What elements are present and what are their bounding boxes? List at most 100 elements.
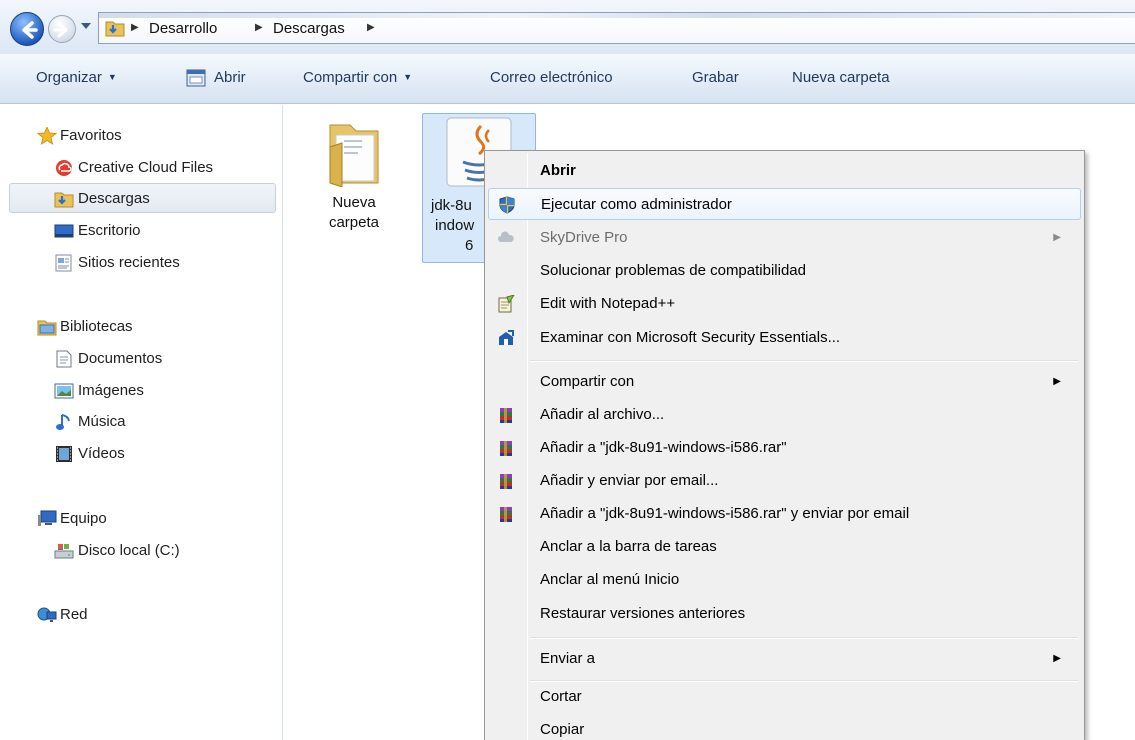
- menu-item-label: Enviar a: [540, 650, 596, 667]
- network-icon: [37, 607, 57, 622]
- winrar-icon: [500, 441, 512, 456]
- sidebar-item-creative-cloud[interactable]: Creative Cloud Files: [0, 153, 276, 183]
- file-name-line: jdk-8u: [431, 197, 472, 214]
- menu-item-label: Edit with Notepad++: [540, 295, 676, 312]
- sidebar-item-label: Vídeos: [78, 445, 125, 462]
- sidebar-item-label: Descargas: [78, 190, 150, 207]
- menu-item-copiar[interactable]: Copiar: [488, 707, 1081, 739]
- documents-icon: [56, 350, 72, 368]
- chevron-right-icon[interactable]: ▶: [131, 22, 139, 33]
- menu-item-compartir-con[interactable]: Compartir con ▶: [488, 366, 1081, 398]
- menu-item-anclar-barra-tareas[interactable]: Anclar a la barra de tareas: [488, 531, 1081, 563]
- sidebar-item-label: Favoritos: [60, 127, 122, 144]
- menu-item-label: Solucionar problemas de compatibilidad: [540, 262, 806, 279]
- menu-item-label: Copiar: [540, 721, 585, 738]
- open-icon: [186, 69, 206, 87]
- file-item-nueva-carpeta[interactable]: Nueva carpeta: [322, 117, 386, 257]
- menu-item-restaurar-versiones[interactable]: Restaurar versiones anteriores: [488, 598, 1081, 630]
- sidebar-item-label: Documentos: [78, 350, 163, 367]
- menu-item-abrir[interactable]: Abrir: [488, 155, 1081, 187]
- winrar-icon: [500, 507, 512, 522]
- menu-item-edit-with-notepad[interactable]: Edit with Notepad++: [488, 288, 1081, 320]
- local-disk-icon: [54, 544, 74, 559]
- sidebar-item-documentos[interactable]: Documentos: [0, 344, 276, 374]
- menu-item-anadir-rar-y-enviar[interactable]: Añadir a "jdk-8u91-windows-i586.rar" y e…: [488, 498, 1081, 530]
- sidebar-item-red[interactable]: Red: [0, 600, 276, 630]
- menu-item-enviar-a[interactable]: Enviar a ▶: [488, 643, 1081, 675]
- menu-separator: [530, 637, 1078, 639]
- menu-separator: [530, 360, 1078, 362]
- cloud-icon: [498, 231, 514, 242]
- organize-label: Organizar: [36, 69, 102, 86]
- organize-button[interactable]: Organizar ▼: [36, 69, 117, 86]
- menu-item-label: SkyDrive Pro: [540, 229, 628, 246]
- pictures-icon: [54, 383, 74, 399]
- downloads-folder-icon: [54, 192, 74, 208]
- email-label: Correo electrónico: [490, 69, 613, 86]
- sidebar-item-escritorio[interactable]: Escritorio: [0, 216, 276, 246]
- submenu-arrow-icon: ▶: [1053, 653, 1061, 664]
- chevron-right-icon[interactable]: ▶: [367, 22, 375, 33]
- menu-item-skydrive-pro[interactable]: SkyDrive Pro ▶: [488, 222, 1081, 254]
- file-name-line: carpeta: [328, 214, 380, 231]
- computer-icon: [38, 510, 57, 526]
- breadcrumb-desarrollo[interactable]: Desarrollo: [149, 20, 217, 37]
- command-toolbar: Organizar ▼ Abrir Compartir con ▼ Correo e…: [0, 54, 1135, 104]
- menu-item-ejecutar-como-administrador[interactable]: Ejecutar como administrador: [488, 188, 1081, 220]
- new-folder-button[interactable]: Nueva carpeta: [792, 69, 890, 86]
- dropdown-arrow-icon: ▼: [403, 72, 413, 82]
- menu-item-label: Restaurar versiones anteriores: [540, 605, 746, 622]
- sidebar-item-sitios-recientes[interactable]: Sitios recientes: [0, 248, 276, 278]
- sidebar-item-bibliotecas[interactable]: Bibliotecas: [0, 312, 276, 342]
- menu-item-label: Compartir con: [540, 373, 635, 390]
- security-essentials-icon: [499, 330, 514, 345]
- share-with-button[interactable]: Compartir con ▼: [303, 69, 412, 86]
- sidebar-item-musica[interactable]: Música: [0, 407, 276, 437]
- menu-item-label: Añadir a "jdk-8u91-windows-i586.rar": [540, 439, 787, 456]
- submenu-arrow-icon: ▶: [1053, 232, 1061, 243]
- address-field[interactable]: ▶ Desarrollo ▶ Descargas ▶: [98, 12, 1135, 44]
- sidebar-item-label: Música: [78, 413, 126, 430]
- menu-item-label: Examinar con Microsoft Security Essentia…: [540, 329, 841, 346]
- email-button[interactable]: Correo electrónico: [490, 69, 613, 86]
- context-menu: Abrir Ejecutar como administrador SkyDri…: [484, 150, 1085, 740]
- menu-item-cortar[interactable]: Cortar: [488, 674, 1081, 706]
- forward-button[interactable]: [48, 15, 76, 43]
- new-folder-label: Nueva carpeta: [792, 69, 890, 86]
- history-dropdown-icon[interactable]: [80, 21, 92, 31]
- sidebar-item-favoritos[interactable]: Favoritos: [0, 121, 276, 151]
- menu-item-label: Añadir y enviar por email...: [540, 472, 719, 489]
- sidebar-item-label: Sitios recientes: [78, 254, 180, 271]
- menu-item-label: Abrir: [540, 162, 576, 179]
- file-name-line: indow: [435, 217, 475, 234]
- menu-item-solucionar-problemas[interactable]: Solucionar problemas de compatibilidad: [488, 255, 1081, 287]
- sidebar-item-disco-local[interactable]: Disco local (C:): [0, 536, 276, 566]
- menu-item-anadir-y-enviar[interactable]: Añadir y enviar por email...: [488, 465, 1081, 497]
- back-button[interactable]: [10, 12, 44, 46]
- address-bar: ▶ Desarrollo ▶ Descargas ▶: [0, 0, 1135, 54]
- uac-shield-icon: [499, 196, 515, 214]
- chevron-right-icon[interactable]: ▶: [255, 22, 263, 33]
- menu-item-label: Añadir al archivo...: [540, 406, 665, 423]
- sidebar-item-videos[interactable]: Vídeos: [0, 439, 276, 469]
- menu-item-anadir-al-archivo[interactable]: Añadir al archivo...: [488, 399, 1081, 431]
- notepad-plus-plus-icon: [498, 295, 515, 313]
- navigation-pane: Favoritos Creative Cloud Files Descargas…: [0, 105, 283, 740]
- menu-item-microsoft-security-essentials[interactable]: Examinar con Microsoft Security Essentia…: [488, 322, 1081, 354]
- menu-item-anclar-menu-inicio[interactable]: Anclar al menú Inicio: [488, 564, 1081, 596]
- sidebar-item-label: Creative Cloud Files: [78, 159, 214, 176]
- creative-cloud-icon: [56, 160, 72, 176]
- libraries-icon: [37, 320, 57, 336]
- open-button[interactable]: Abrir: [214, 69, 246, 86]
- sidebar-item-equipo[interactable]: Equipo: [0, 504, 276, 534]
- sidebar-item-descargas[interactable]: Descargas: [9, 183, 276, 213]
- winrar-icon: [500, 408, 512, 423]
- share-label: Compartir con: [303, 69, 398, 86]
- sidebar-item-imagenes[interactable]: Imágenes: [0, 376, 276, 406]
- menu-item-label: Anclar al menú Inicio: [540, 571, 680, 588]
- folder-icon: [329, 124, 379, 188]
- menu-item-anadir-a-rar[interactable]: Añadir a "jdk-8u91-windows-i586.rar": [488, 432, 1081, 464]
- dropdown-arrow-icon: ▼: [107, 72, 117, 82]
- burn-button[interactable]: Grabar: [692, 69, 739, 86]
- breadcrumb-descargas[interactable]: Descargas: [273, 20, 345, 37]
